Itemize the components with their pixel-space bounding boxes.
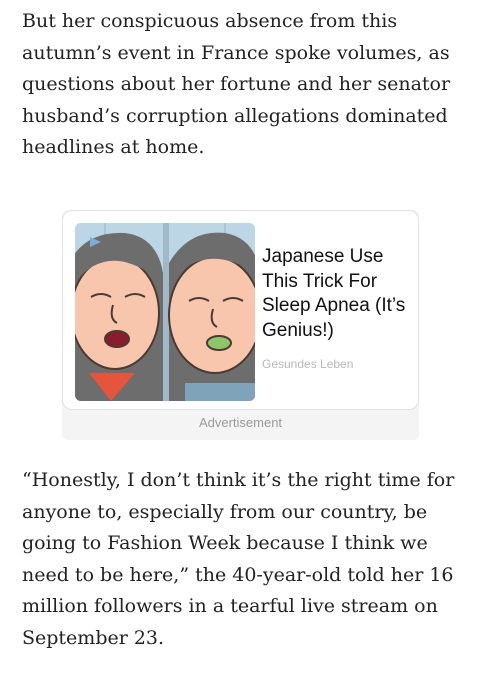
ad-source: Gesundes Leben bbox=[262, 357, 354, 371]
ad-image[interactable] bbox=[75, 223, 255, 401]
ad-card[interactable]: Japanese Use This Trick For Sleep Apnea … bbox=[62, 210, 419, 410]
article-paragraph: But her conspicuous absence from this au… bbox=[22, 10, 451, 158]
ad-label: Advertisement bbox=[198, 415, 283, 430]
ad-headline[interactable]: Japanese Use This Trick For Sleep Apnea … bbox=[262, 245, 412, 343]
advertisement[interactable]: Japanese Use This Trick For Sleep Apnea … bbox=[62, 210, 419, 440]
adchoices-icon[interactable] bbox=[89, 236, 103, 248]
article-paragraph: “Honestly, I don’t think it’s the right … bbox=[22, 469, 455, 649]
